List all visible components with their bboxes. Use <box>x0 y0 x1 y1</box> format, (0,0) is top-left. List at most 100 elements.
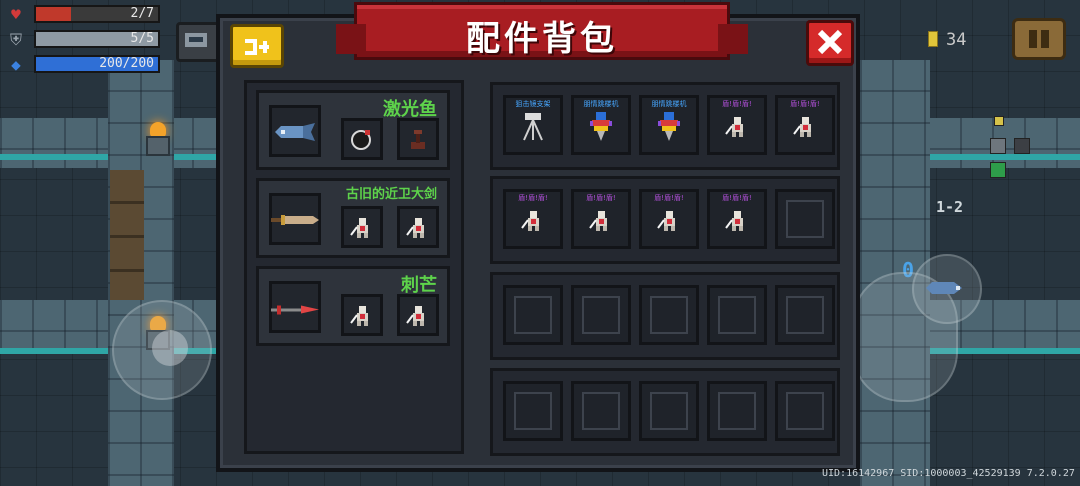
minimap[interactable] <box>962 116 1034 188</box>
torch-icon <box>144 122 172 156</box>
inventory-slot[interactable]: 狙击镜支架 <box>503 95 563 155</box>
inventory-row: 盾!盾!盾! 盾!盾!盾! 盾!盾!盾! 盾!盾!盾! <box>490 176 840 264</box>
inventory-row <box>490 272 840 360</box>
inventory-slot-empty[interactable] <box>571 285 631 345</box>
weapon-accessory-slot[interactable] <box>341 294 383 336</box>
weapon-accessory-slot[interactable] <box>341 118 383 160</box>
player-status-hud: ♥ 2/7 ⛨ 5/5 ◆ 200/200 <box>4 4 168 79</box>
weapon-slot[interactable] <box>269 281 321 333</box>
minimap-room <box>1014 138 1030 154</box>
weapon-slot[interactable] <box>269 193 321 245</box>
swordsman-icon <box>792 114 818 142</box>
weapon-name: 古旧的近卫大剑 <box>345 187 437 202</box>
inventory-slot[interactable]: 盾!盾!盾! <box>775 95 835 155</box>
inventory-slot-empty[interactable] <box>775 285 835 345</box>
energy-diamond-icon: ◆ <box>11 55 21 74</box>
laser-fish-icon <box>926 282 962 294</box>
item-label: 盾!盾!盾! <box>722 194 752 202</box>
weapon-accessory-slot[interactable] <box>397 206 439 248</box>
empty-slot-frame <box>786 296 824 334</box>
turret-icon <box>408 128 428 154</box>
weapon-slot[interactable] <box>269 105 321 157</box>
weapon-accessory-slot[interactable] <box>397 118 439 160</box>
weapon-accessory-slot[interactable] <box>341 206 383 248</box>
inventory-slot[interactable]: 朋情跳楼机 <box>639 95 699 155</box>
item-label: 盾!盾!盾! <box>586 194 616 202</box>
inventory-row <box>490 368 840 456</box>
close-x-icon <box>817 29 843 55</box>
bomb-icon <box>350 128 374 154</box>
inventory-slot-empty[interactable] <box>775 381 835 441</box>
minimap-room-current <box>990 162 1006 178</box>
inventory-slot-empty[interactable] <box>707 381 767 441</box>
title-banner: 配件背包 <box>354 2 730 60</box>
inventory-slot-empty[interactable] <box>707 285 767 345</box>
helmet-icon <box>185 33 207 47</box>
old-guard-sword-icon <box>271 212 319 232</box>
inventory-slot-empty[interactable] <box>571 381 631 441</box>
heart-icon: ♥ <box>11 5 21 24</box>
weapon-swap-button[interactable] <box>912 254 982 324</box>
move-joystick[interactable] <box>112 300 212 400</box>
page-title: 配件背包 <box>466 19 618 59</box>
crate-stack <box>110 170 144 300</box>
item-label: 盾!盾!盾! <box>518 194 548 202</box>
pause-button[interactable] <box>1012 18 1066 60</box>
weapon-card[interactable]: 激光鱼 <box>256 90 450 170</box>
swordsman-icon <box>349 303 375 331</box>
close-button[interactable] <box>806 20 854 66</box>
inventory-row: 狙击镜支架 朋情跳楼机 朋情跳楼机 盾!盾!盾! 盾!盾!盾! <box>490 82 840 170</box>
inventory-slot-empty[interactable] <box>503 285 563 345</box>
item-label: 朋情跳楼机 <box>583 100 619 108</box>
empty-slot-frame <box>786 200 824 238</box>
swordsman-icon <box>588 208 614 236</box>
level-indicator: 1-2 <box>936 198 964 216</box>
inventory-slot-empty[interactable] <box>639 381 699 441</box>
character-skill-button[interactable] <box>176 22 220 62</box>
minimap-marker <box>994 116 1004 126</box>
empty-slot-frame <box>786 392 824 430</box>
item-label: 盾!盾!盾! <box>722 100 752 108</box>
weapon-card[interactable]: 古旧的近卫大剑 <box>256 178 450 258</box>
swordsman-icon <box>405 215 431 243</box>
swordsman-icon <box>520 208 546 236</box>
joystick-knob[interactable] <box>152 330 188 366</box>
coin-count: 34 <box>946 30 967 50</box>
inventory-slot-empty[interactable] <box>503 381 563 441</box>
empty-slot-frame <box>718 392 756 430</box>
inventory-slot[interactable]: 朋情跳楼机 <box>571 95 631 155</box>
weapon-accessory-slot[interactable] <box>397 294 439 336</box>
empty-slot-frame <box>650 296 688 334</box>
tripod-icon <box>520 111 546 145</box>
swordsman-icon <box>724 114 750 142</box>
swordsman-icon <box>656 208 682 236</box>
armor-bar: ⛨ 5/5 <box>4 29 168 51</box>
minimap-room <box>990 138 1006 154</box>
banner-ribbon-right <box>718 24 748 54</box>
inventory-slot-empty[interactable] <box>775 189 835 249</box>
health-text: 2/7 <box>130 6 154 21</box>
inventory-slot[interactable]: 盾!盾!盾! <box>639 189 699 249</box>
sort-button[interactable] <box>230 24 284 68</box>
item-label: 朋情跳楼机 <box>651 100 687 108</box>
jet-drill-icon <box>656 110 682 146</box>
weapon-card[interactable]: 刺芒 <box>256 266 450 346</box>
jet-drill-icon <box>588 110 614 146</box>
empty-slot-frame <box>514 392 552 430</box>
laser-fish-icon <box>273 122 317 145</box>
inventory-slot[interactable]: 盾!盾!盾! <box>707 189 767 249</box>
item-label: 盾!盾!盾! <box>654 194 684 202</box>
swordsman-icon <box>405 303 431 331</box>
armor-text: 5/5 <box>130 31 154 46</box>
empty-slot-frame <box>582 296 620 334</box>
coin-counter: 34 <box>928 30 966 50</box>
item-label: 盾!盾!盾! <box>790 100 820 108</box>
swordsman-icon <box>349 215 375 243</box>
health-bar: ♥ 2/7 <box>4 4 168 26</box>
inventory-slot[interactable]: 盾!盾!盾! <box>571 189 631 249</box>
sort-arrows-icon <box>245 39 269 55</box>
inventory-slot-empty[interactable] <box>639 285 699 345</box>
energy-bar: ◆ 200/200 <box>4 54 168 76</box>
inventory-slot[interactable]: 盾!盾!盾! <box>707 95 767 155</box>
inventory-slot[interactable]: 盾!盾!盾! <box>503 189 563 249</box>
